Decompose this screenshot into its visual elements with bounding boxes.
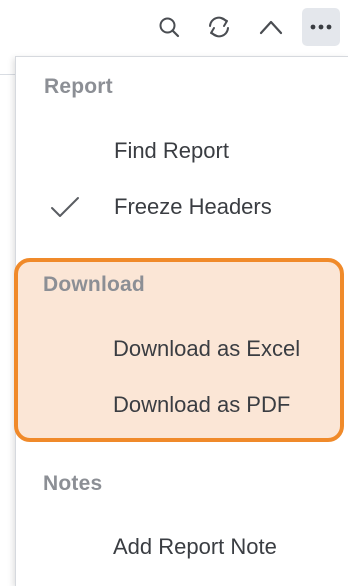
menu-item-add-report-note[interactable]: Add Report Note (15, 523, 345, 571)
section-header-download: Download (43, 273, 145, 296)
chevron-up-icon (259, 20, 283, 35)
search-button[interactable] (150, 8, 188, 46)
menu-item-label: Download as PDF (113, 392, 291, 417)
menu-item-download-excel[interactable]: Download as Excel (15, 325, 345, 373)
menu-item-label: Find Report (114, 138, 229, 163)
checkmark-icon (51, 197, 79, 217)
more-options-button[interactable] (302, 8, 340, 46)
report-toolbar (0, 0, 348, 52)
more-icon (310, 24, 332, 30)
menu-item-label: Add Report Note (113, 534, 277, 559)
menu-item-freeze-headers[interactable]: Freeze Headers (16, 183, 346, 231)
menu-item-label: Freeze Headers (114, 194, 272, 219)
options-menu: Report Find Report Freeze Headers (15, 56, 348, 586)
menu-item-download-pdf[interactable]: Download as PDF (15, 381, 345, 429)
section-header-report: Report (44, 75, 113, 98)
search-icon (159, 17, 180, 38)
section-header-notes: Notes (43, 472, 103, 495)
refresh-icon (209, 16, 229, 38)
refresh-button[interactable] (200, 8, 238, 46)
collapse-button[interactable] (252, 8, 290, 46)
menu-item-find-report[interactable]: Find Report (16, 127, 346, 175)
menu-item-label: Download as Excel (113, 336, 301, 361)
